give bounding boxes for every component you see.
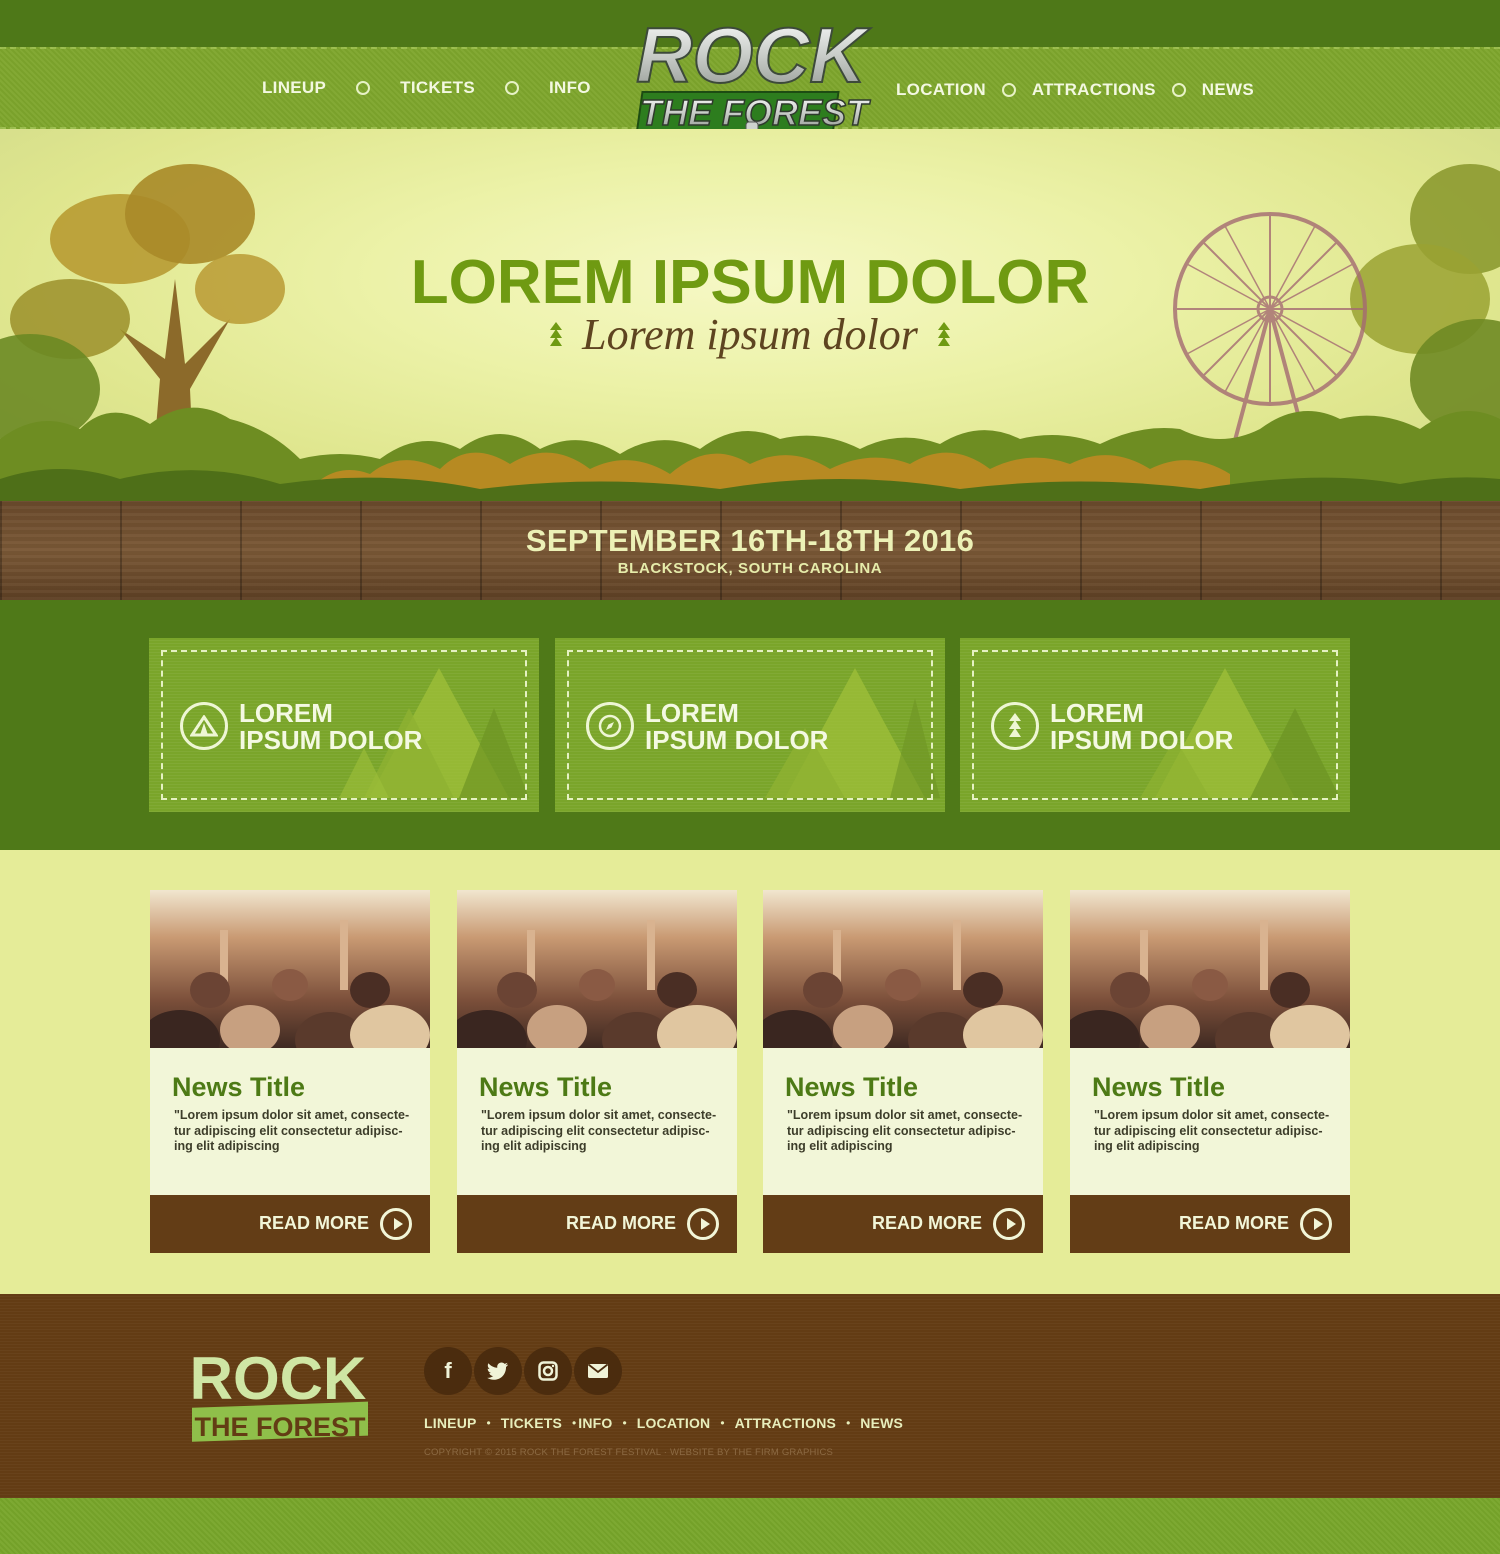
news-section: News Title "Lorem ipsum dolor sit amet, …: [0, 850, 1500, 1294]
news-card-2: News Title "Lorem ipsum dolor sit amet, …: [457, 890, 737, 1253]
news-card-body: News Title "Lorem ipsum dolor sit amet, …: [763, 1048, 1043, 1195]
nav-link-info[interactable]: INFO: [549, 78, 591, 98]
footer-link-news[interactable]: NEWS: [860, 1415, 903, 1431]
news-card-4: News Title "Lorem ipsum dolor sit amet, …: [1070, 890, 1350, 1253]
logo-word-rock: ROCK: [636, 11, 871, 99]
nav-link-lineup[interactable]: LINEUP: [262, 78, 326, 98]
pine-tree-icon: [550, 321, 563, 346]
site-footer: ROCK THE FOREST f LINEUP • TICKETS • INF…: [0, 1294, 1500, 1498]
feature-label: LOREM IPSUM DOLOR: [1050, 700, 1233, 754]
feature-label-line2: IPSUM DOLOR: [239, 725, 423, 755]
forest-treeline: [0, 407, 1500, 501]
footer-link-lineup[interactable]: LINEUP: [424, 1415, 477, 1431]
read-more-button[interactable]: READ MORE: [1070, 1195, 1350, 1253]
tent-icon: [180, 702, 228, 750]
nav-link-location[interactable]: LOCATION: [896, 80, 986, 100]
nav-separator-icon: [1171, 83, 1186, 97]
footer-logo-word-rock: ROCK: [190, 1345, 367, 1412]
facebook-icon[interactable]: f: [424, 1347, 472, 1395]
crowd-photo: [457, 890, 737, 1048]
news-excerpt: "Lorem ipsum dolor sit amet, consecte-tu…: [174, 1108, 410, 1153]
feature-label-line1: LOREM: [645, 698, 739, 728]
feature-label-line2: IPSUM DOLOR: [1050, 725, 1234, 755]
footer-nav-dot: •: [486, 1416, 491, 1430]
news-card-body: News Title "Lorem ipsum dolor sit amet, …: [150, 1048, 430, 1195]
read-more-button[interactable]: READ MORE: [150, 1195, 430, 1253]
hero-title: LOREM IPSUM DOLOR: [410, 248, 1090, 317]
news-card-body: News Title "Lorem ipsum dolor sit amet, …: [457, 1048, 737, 1195]
nav-separator-icon: [1001, 83, 1016, 97]
nav-link-tickets[interactable]: TICKETS: [400, 78, 475, 98]
read-more-button[interactable]: READ MORE: [763, 1195, 1043, 1253]
hero-subtitle-row: Lorem ipsum dolor: [0, 309, 1500, 360]
news-title[interactable]: News Title: [785, 1072, 918, 1103]
read-more-label: READ MORE: [871, 1213, 982, 1233]
news-card-1: News Title "Lorem ipsum dolor sit amet, …: [150, 890, 430, 1253]
footer-link-location[interactable]: LOCATION: [637, 1415, 711, 1431]
crowd-photo-graphic: [150, 920, 430, 1048]
footer-link-tickets[interactable]: TICKETS: [501, 1415, 562, 1431]
news-title[interactable]: News Title: [1092, 1072, 1225, 1103]
footer-link-info[interactable]: INFO: [578, 1415, 612, 1431]
feature-label: LOREM IPSUM DOLOR: [239, 700, 422, 754]
news-title[interactable]: News Title: [172, 1072, 305, 1103]
news-card-body: News Title "Lorem ipsum dolor sit amet, …: [1070, 1048, 1350, 1195]
crowd-photo-graphic: [763, 920, 1043, 1048]
hero-banner: LOREM IPSUM DOLOR Lorem ipsum dolor: [0, 129, 1500, 501]
play-circle-icon: [687, 1208, 719, 1240]
social-links: f: [424, 1347, 622, 1395]
footer-nav-dot: •: [720, 1416, 725, 1430]
feature-box-2[interactable]: LOREM IPSUM DOLOR: [555, 638, 945, 812]
footer-nav: LINEUP • TICKETS • INFO • LOCATION • ATT…: [424, 1415, 903, 1431]
news-excerpt: "Lorem ipsum dolor sit amet, consecte-tu…: [1094, 1108, 1330, 1153]
footer-logo-word-the-forest: THE FOREST: [194, 1412, 366, 1442]
feature-label-line1: LOREM: [1050, 698, 1144, 728]
feature-label-line2: IPSUM DOLOR: [645, 725, 829, 755]
crowd-photo: [150, 890, 430, 1048]
footer-nav-dot: •: [572, 1416, 577, 1430]
read-more-label: READ MORE: [1178, 1213, 1289, 1233]
crowd-photo: [763, 890, 1043, 1048]
read-more-button[interactable]: READ MORE: [457, 1195, 737, 1253]
feature-box-1[interactable]: LOREM IPSUM DOLOR: [149, 638, 539, 812]
footer-logo[interactable]: ROCK THE FOREST: [186, 1344, 372, 1454]
crowd-photo: [1070, 890, 1350, 1048]
nav-separator-icon: [504, 81, 519, 95]
news-card-3: News Title "Lorem ipsum dolor sit amet, …: [763, 890, 1043, 1253]
footer-nav-dot: •: [846, 1416, 851, 1430]
pine-tree-icon: [937, 321, 950, 346]
play-circle-icon: [1300, 1208, 1332, 1240]
compass-icon: [586, 702, 634, 750]
news-title[interactable]: News Title: [479, 1072, 612, 1103]
bottom-bar: [0, 1498, 1500, 1554]
feature-box-3[interactable]: LOREM IPSUM DOLOR: [960, 638, 1350, 812]
feature-label: LOREM IPSUM DOLOR: [645, 700, 828, 754]
pine-tree-icon: [991, 702, 1039, 750]
news-excerpt: "Lorem ipsum dolor sit amet, consecte-tu…: [481, 1108, 717, 1153]
event-date-bar: SEPTEMBER 16TH-18TH 2016 BLACKSTOCK, SOU…: [0, 501, 1500, 600]
event-date: SEPTEMBER 16TH-18TH 2016: [525, 523, 975, 558]
read-more-label: READ MORE: [565, 1213, 676, 1233]
email-icon[interactable]: [574, 1347, 622, 1395]
copyright-text: COPYRIGHT © 2015 ROCK THE FOREST FESTIVA…: [424, 1447, 834, 1458]
hero-subtitle: Lorem ipsum dolor: [582, 310, 918, 359]
footer-nav-dot: •: [622, 1416, 627, 1430]
news-excerpt: "Lorem ipsum dolor sit amet, consecte-tu…: [787, 1108, 1023, 1153]
nav-separator-icon: [356, 81, 371, 95]
crowd-photo-graphic: [457, 920, 737, 1048]
nav-link-news[interactable]: NEWS: [1202, 80, 1254, 100]
crowd-photo-graphic: [1070, 920, 1350, 1048]
twitter-icon[interactable]: [474, 1347, 522, 1395]
event-location: BLACKSTOCK, SOUTH CAROLINA: [617, 560, 883, 577]
footer-link-attractions[interactable]: ATTRACTIONS: [735, 1415, 837, 1431]
feature-section: LOREM IPSUM DOLOR LOREM IPSUM DOLOR LORE…: [0, 600, 1500, 850]
play-circle-icon: [380, 1208, 412, 1240]
instagram-icon[interactable]: [524, 1347, 572, 1395]
read-more-label: READ MORE: [258, 1213, 369, 1233]
nav-link-attractions[interactable]: ATTRACTIONS: [1032, 80, 1156, 100]
feature-label-line1: LOREM: [239, 698, 333, 728]
play-circle-icon: [993, 1208, 1025, 1240]
